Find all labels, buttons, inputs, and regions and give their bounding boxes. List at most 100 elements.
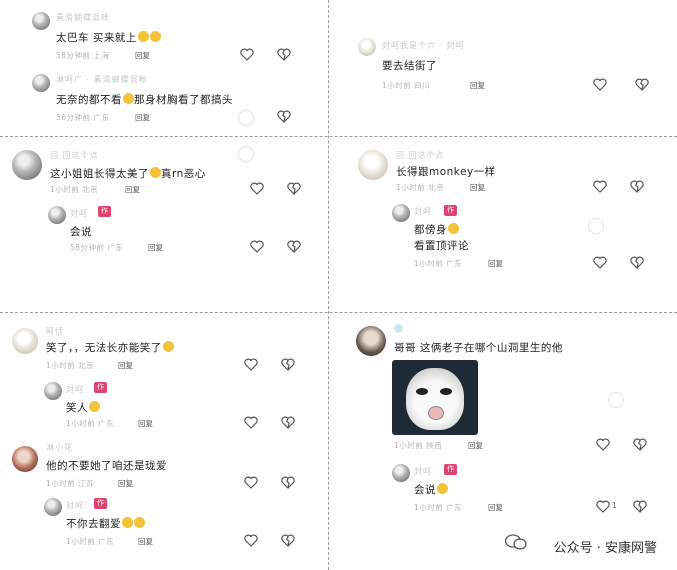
- dislike-broken-heart-icon[interactable]: [281, 416, 295, 430]
- reply-button[interactable]: 回复: [470, 80, 485, 91]
- avatar[interactable]: [392, 204, 410, 222]
- dislike-broken-heart-icon[interactable]: [630, 180, 644, 194]
- like-heart-icon[interactable]: [593, 256, 607, 270]
- username[interactable]: 封呵: [70, 208, 88, 219]
- reply-button[interactable]: 回复: [470, 182, 485, 193]
- reply-button[interactable]: 回复: [125, 184, 140, 195]
- like-count: 1: [612, 501, 618, 510]
- reply-button[interactable]: 回复: [468, 440, 483, 451]
- comment-meta: 56分钟前 广东: [56, 113, 110, 122]
- comment-text: 无奈的都不看 那身材胸看了都搞头: [56, 93, 233, 106]
- username[interactable]: 淋呵广 · 素滑蝴蝶混帐: [56, 74, 148, 85]
- username[interactable]: 素滑蝴蝶混帐: [56, 12, 110, 23]
- username[interactable]: 封呵我是个六 · 封呵: [382, 40, 465, 51]
- like-heart-icon[interactable]: [244, 534, 258, 548]
- like-heart-icon[interactable]: [593, 78, 607, 92]
- username[interactable]: 回 回这个点: [50, 150, 99, 161]
- wechat-logo-icon: [504, 534, 527, 550]
- comment-text: 这小姐姐长得太美了 真rn恶心: [50, 167, 206, 180]
- avatar[interactable]: [44, 382, 62, 400]
- comment-meta: 1小时前 四川: [382, 81, 431, 90]
- like-heart-icon[interactable]: [240, 48, 254, 62]
- reply-button[interactable]: 回复: [138, 418, 153, 429]
- like-heart-icon[interactable]: [596, 438, 610, 452]
- author-badge: 作者: [94, 498, 107, 518]
- emoji-icon: [123, 93, 134, 104]
- horizontal-divider: [0, 136, 677, 137]
- comment-text: 长得跟monkey一样: [396, 166, 496, 178]
- avatar[interactable]: [12, 150, 42, 180]
- dislike-broken-heart-icon[interactable]: [277, 48, 291, 62]
- username[interactable]: 淋小花: [46, 442, 73, 453]
- comment-text: 会说: [414, 482, 448, 497]
- like-heart-icon[interactable]: [250, 240, 264, 254]
- like-heart-icon[interactable]: [244, 476, 258, 490]
- username[interactable]: 封呵: [66, 384, 84, 395]
- username[interactable]: 封呵: [414, 206, 432, 217]
- avatar[interactable]: [356, 326, 386, 356]
- like-heart-icon[interactable]: [593, 180, 607, 194]
- author-badge: 作者: [94, 382, 107, 402]
- dislike-broken-heart-icon[interactable]: [281, 534, 295, 548]
- reply-button[interactable]: 回复: [118, 478, 133, 489]
- avatar[interactable]: [32, 12, 50, 30]
- loading-indicator: [238, 146, 254, 162]
- comment-text: 不你去翻爱: [66, 516, 145, 531]
- comment-meta: 1小时前 北京: [396, 183, 445, 192]
- dislike-broken-heart-icon[interactable]: [281, 358, 295, 372]
- username[interactable]: 回 回这个点: [396, 150, 445, 161]
- author-badge: 作者: [98, 206, 111, 226]
- username[interactable]: 封呵: [66, 500, 84, 511]
- avatar[interactable]: [44, 498, 62, 516]
- dislike-broken-heart-icon[interactable]: [633, 500, 647, 514]
- meme-sticker-image[interactable]: [392, 360, 478, 435]
- username[interactable]: 封呵: [414, 466, 432, 477]
- dislike-broken-heart-icon[interactable]: [287, 240, 301, 254]
- username[interactable]: 阿恬: [46, 326, 64, 337]
- reply-button[interactable]: 回复: [118, 360, 133, 371]
- emoji-icon: [137, 31, 149, 42]
- comment-meta: 1小时前 广东: [414, 259, 463, 268]
- dislike-broken-heart-icon[interactable]: [633, 438, 647, 452]
- dislike-broken-heart-icon[interactable]: [287, 182, 301, 196]
- author-badge: 作者: [444, 464, 457, 484]
- avatar[interactable]: [12, 328, 38, 354]
- avatar[interactable]: [48, 206, 66, 224]
- watermark-text: 公众号 · 安康网警: [553, 541, 657, 556]
- avatar[interactable]: [32, 74, 50, 92]
- like-heart-icon[interactable]: [244, 416, 258, 430]
- comment-meta: 58分钟前 广东: [70, 243, 124, 252]
- like-heart-icon[interactable]: [244, 358, 258, 372]
- like-heart-icon[interactable]: [596, 500, 610, 514]
- dislike-broken-heart-icon[interactable]: [630, 256, 644, 270]
- avatar[interactable]: [392, 464, 410, 482]
- reply-button[interactable]: 回复: [138, 536, 153, 547]
- comment-text: 笑了，，无法长亦能笑了: [46, 340, 174, 355]
- comment-meta: 1小时前 北京: [50, 185, 99, 194]
- comment-text: 笑人: [66, 400, 100, 415]
- comment-meta: 1小时前 北京: [46, 361, 95, 370]
- reply-button[interactable]: 回复: [135, 112, 150, 123]
- dislike-broken-heart-icon[interactable]: [277, 110, 291, 124]
- comment-meta: 1小时前 广东: [66, 537, 115, 546]
- emoji-icon: [89, 401, 100, 412]
- avatar[interactable]: [358, 38, 376, 56]
- reply-button[interactable]: 回复: [135, 50, 150, 61]
- emoji-icon: [149, 31, 161, 42]
- reply-button[interactable]: 回复: [488, 258, 503, 269]
- comment-text-line2: 看置顶评论: [414, 240, 469, 252]
- like-heart-icon[interactable]: [250, 182, 264, 196]
- emoji-icon: [437, 483, 448, 494]
- loading-indicator: [588, 218, 604, 234]
- reply-button[interactable]: 回复: [488, 502, 503, 513]
- loading-indicator: [608, 392, 624, 408]
- avatar[interactable]: [12, 446, 38, 472]
- comment-text: 他的不要她了咱还是珑爱: [46, 460, 167, 472]
- comment-meta: 1小时前 广东: [66, 419, 115, 428]
- dislike-broken-heart-icon[interactable]: [281, 476, 295, 490]
- online-status-dot: [394, 324, 403, 333]
- emoji-icon: [122, 517, 133, 528]
- dislike-broken-heart-icon[interactable]: [635, 78, 649, 92]
- reply-button[interactable]: 回复: [148, 242, 163, 253]
- avatar[interactable]: [358, 150, 388, 180]
